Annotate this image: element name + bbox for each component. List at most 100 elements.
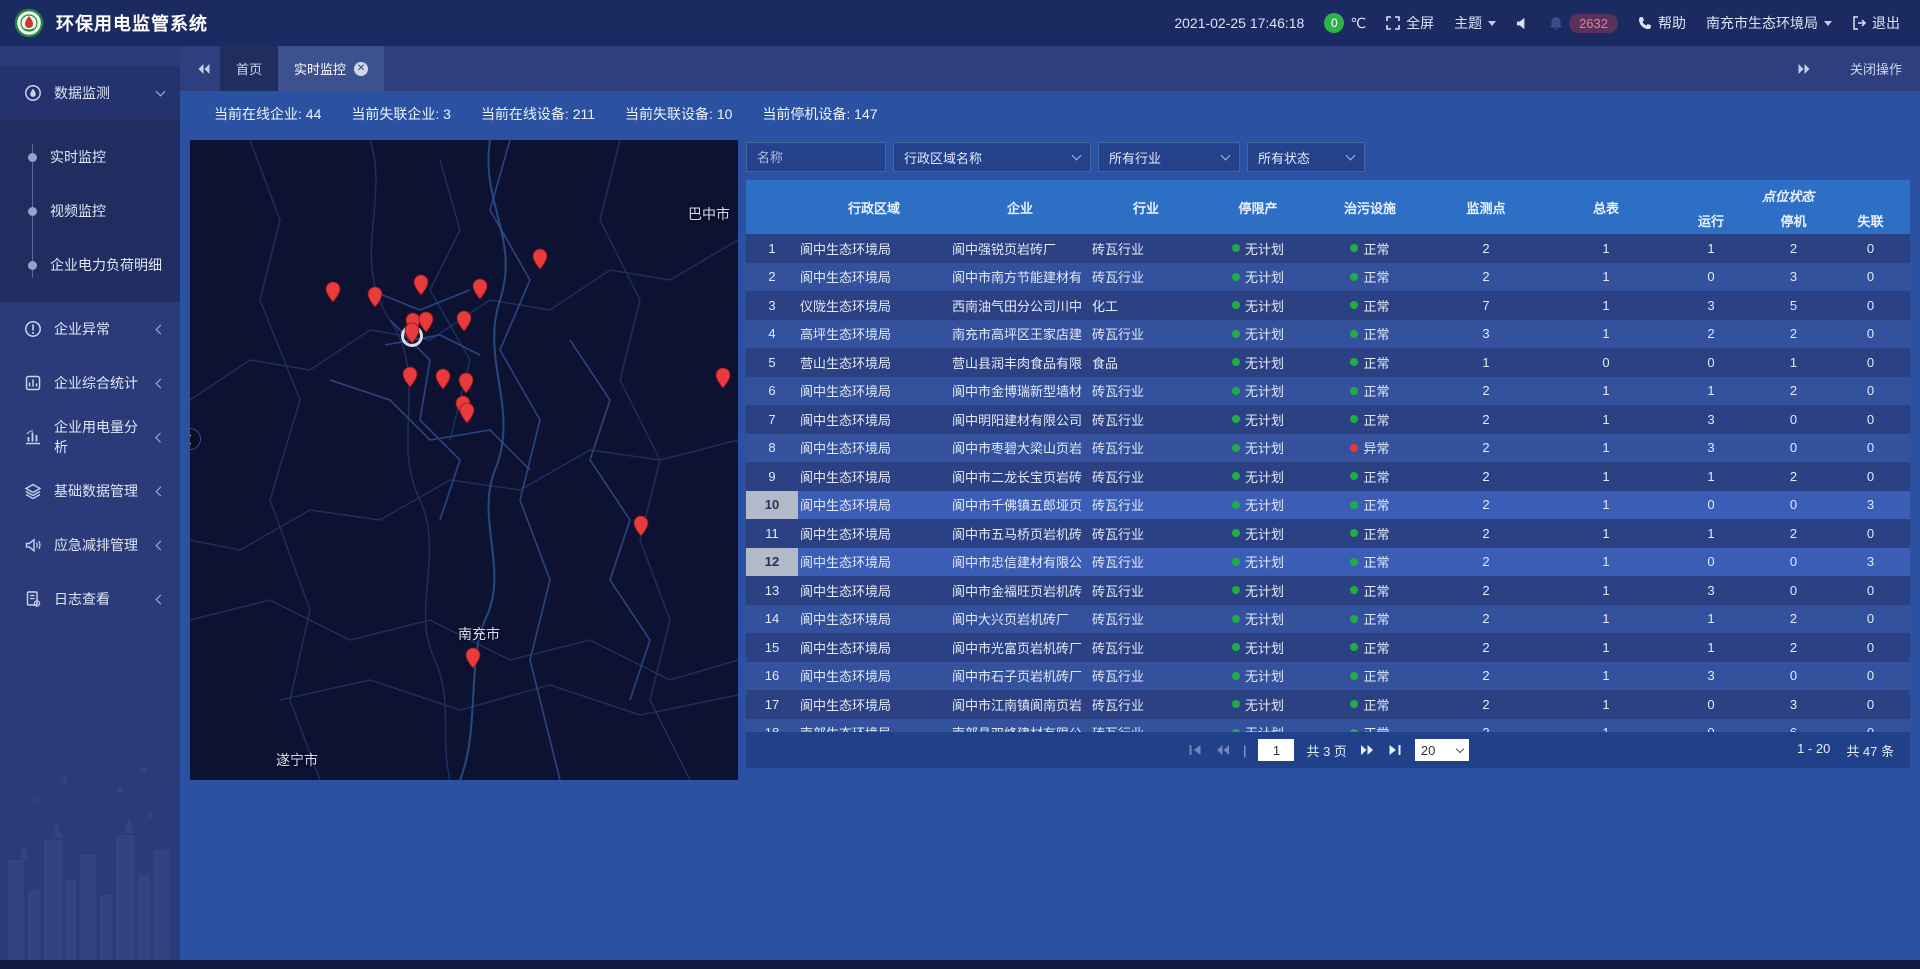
user-org-menu[interactable]: 南充市生态环境局 xyxy=(1706,13,1832,33)
table-row[interactable]: 10阆中生态环境局阆中市千佛镇五郎垭页砖瓦行业无计划正常21003 xyxy=(746,491,1910,520)
last-page-button[interactable] xyxy=(1387,744,1403,756)
tabs-scroll-right-button[interactable] xyxy=(1788,46,1820,91)
cell-company: 阆中市忠信建材有限公 xyxy=(950,548,1090,577)
cell-running: 1 xyxy=(1666,377,1756,406)
help-button[interactable]: 帮助 xyxy=(1638,13,1686,33)
map-pin[interactable] xyxy=(402,366,418,388)
next-page-button[interactable] xyxy=(1359,744,1375,756)
page-size-select[interactable]: 20 xyxy=(1415,739,1469,761)
map-pin[interactable] xyxy=(465,647,481,669)
cell-total-meter: 1 xyxy=(1546,234,1666,263)
sidebar-subitem[interactable]: 企业电力负荷明细 xyxy=(0,238,180,292)
table-row[interactable]: 3仪陇生态环境局西南油气田分公司川中化工无计划正常71350 xyxy=(746,291,1910,320)
table-row[interactable]: 8阆中生态环境局阆中市枣碧大梁山页岩砖瓦行业无计划异常21300 xyxy=(746,434,1910,463)
map-pin[interactable] xyxy=(367,286,383,308)
table-row[interactable]: 7阆中生态环境局阆中明阳建材有限公司砖瓦行业无计划正常21300 xyxy=(746,405,1910,434)
sidebar-item-log-view[interactable]: 日志查看 xyxy=(0,572,180,626)
map-pin[interactable] xyxy=(325,281,341,303)
notifications-button[interactable]: 2632 xyxy=(1549,14,1618,33)
table-row[interactable]: 18南部生态环境局南部县双峰建材有限公砖瓦行业无计划正常21060 xyxy=(746,719,1910,733)
map-pin[interactable] xyxy=(459,402,475,424)
sidebar-item-data-monitor[interactable]: 数据监测 xyxy=(0,66,180,120)
col-stopped[interactable]: 停机 xyxy=(1756,206,1831,234)
page-number-input[interactable] xyxy=(1258,739,1294,761)
name-filter-input[interactable] xyxy=(746,142,886,172)
chevron-down-icon xyxy=(1456,744,1464,752)
sidebar-item-emergency-reduction[interactable]: 应急减排管理 xyxy=(0,518,180,572)
temperature-value-badge: 0 xyxy=(1324,13,1344,33)
stats-icon xyxy=(24,374,42,392)
fullscreen-button[interactable]: 全屏 xyxy=(1386,13,1434,33)
col-company[interactable]: 企业 xyxy=(950,180,1090,234)
pin-icon xyxy=(465,647,481,669)
sidebar-subitem[interactable]: 实时监控 xyxy=(0,130,180,184)
table-row[interactable]: 14阆中生态环境局阆中大兴页岩机砖厂砖瓦行业无计划正常21120 xyxy=(746,605,1910,634)
col-stop-production[interactable]: 停限产 xyxy=(1202,180,1314,234)
col-disconnected[interactable]: 失联 xyxy=(1831,206,1910,234)
map-pin[interactable] xyxy=(404,322,420,344)
chevron-left-icon xyxy=(156,432,166,442)
cell-total-meter: 1 xyxy=(1546,576,1666,605)
cell-running: 1 xyxy=(1666,519,1756,548)
map-pin[interactable] xyxy=(435,368,451,390)
cell-total-meter: 1 xyxy=(1546,291,1666,320)
row-number: 3 xyxy=(746,291,798,320)
status-filter-select[interactable]: 所有状态 xyxy=(1247,142,1365,172)
table-row[interactable]: 12阆中生态环境局阆中市忠信建材有限公砖瓦行业无计划正常21003 xyxy=(746,548,1910,577)
cell-stop-production: 无计划 xyxy=(1202,405,1314,434)
table-row[interactable]: 11阆中生态环境局阆中市五马桥页岩机砖砖瓦行业无计划正常21120 xyxy=(746,519,1910,548)
tab-close-icon[interactable]: ✕ xyxy=(354,62,368,76)
map-pin[interactable] xyxy=(715,367,731,389)
cell-stopped: 2 xyxy=(1756,633,1831,662)
notification-count-badge: 2632 xyxy=(1569,14,1618,33)
table-row[interactable]: 15阆中生态环境局阆中市光富页岩机砖厂砖瓦行业无计划正常21120 xyxy=(746,633,1910,662)
table-row[interactable]: 1阆中生态环境局阆中强锐页岩砖厂砖瓦行业无计划正常21120 xyxy=(746,234,1910,263)
theme-menu[interactable]: 主题 xyxy=(1454,13,1496,33)
region-filter-select[interactable]: 行政区域名称 xyxy=(893,142,1091,172)
sidebar-item-enterprise-stats[interactable]: 企业综合统计 xyxy=(0,356,180,410)
col-industry[interactable]: 行业 xyxy=(1090,180,1202,234)
logout-button[interactable]: 退出 xyxy=(1852,13,1900,33)
sidebar-subitem[interactable]: 视频监控 xyxy=(0,184,180,238)
bell-icon xyxy=(1549,16,1563,31)
map-pin[interactable] xyxy=(633,515,649,537)
col-region[interactable]: 行政区域 xyxy=(798,180,950,234)
map-pin[interactable] xyxy=(532,248,548,270)
cell-running: 0 xyxy=(1666,263,1756,292)
table-row[interactable]: 6阆中生态环境局阆中市金博瑞新型墙材砖瓦行业无计划正常21120 xyxy=(746,377,1910,406)
table-row[interactable]: 2阆中生态环境局阆中市南方节能建材有砖瓦行业无计划正常21030 xyxy=(746,263,1910,292)
table-row[interactable]: 13阆中生态环境局阆中市金福旺页岩机砖砖瓦行业无计划正常21300 xyxy=(746,576,1910,605)
map-pin[interactable] xyxy=(456,310,472,332)
col-monitor-points[interactable]: 监测点 xyxy=(1426,180,1546,234)
tab-home[interactable]: 首页 xyxy=(220,46,278,91)
industry-filter-select[interactable]: 所有行业 xyxy=(1098,142,1240,172)
cell-total-meter: 0 xyxy=(1546,348,1666,377)
content-area: 首页 实时监控 ✕ 关闭操作 当前在线企业: 44当前失联企业: 3当前在线设备… xyxy=(180,46,1920,960)
table-row[interactable]: 16阆中生态环境局阆中市石子页岩机砖厂砖瓦行业无计划正常21300 xyxy=(746,662,1910,691)
table-row[interactable]: 4高坪生态环境局南充市高坪区王家店建砖瓦行业无计划正常31220 xyxy=(746,320,1910,349)
cell-monitor-points: 7 xyxy=(1426,291,1546,320)
status-dot xyxy=(1232,501,1240,509)
sidebar-item-enterprise-abnormal[interactable]: 企业异常 xyxy=(0,302,180,356)
col-total-meter[interactable]: 总表 xyxy=(1546,180,1666,234)
map-pin[interactable] xyxy=(413,274,429,296)
map-panel[interactable]: 巴中市南充市遂宁市 xyxy=(190,140,738,780)
tabs-scroll-left-button[interactable] xyxy=(188,46,220,91)
table-row[interactable]: 17阆中生态环境局阆中市江南镇阆南页岩砖瓦行业无计划正常21030 xyxy=(746,690,1910,719)
cell-stop-production: 无计划 xyxy=(1202,548,1314,577)
first-page-button[interactable] xyxy=(1187,744,1203,756)
table-row[interactable]: 9阆中生态环境局阆中市二龙长宝页岩砖砖瓦行业无计划正常21120 xyxy=(746,462,1910,491)
table-row[interactable]: 5营山生态环境局营山县润丰肉食品有限食品无计划正常10010 xyxy=(746,348,1910,377)
map-pin[interactable] xyxy=(458,372,474,394)
mute-button[interactable] xyxy=(1516,17,1529,30)
tab-realtime-monitor[interactable]: 实时监控 ✕ xyxy=(278,46,384,91)
map-pin[interactable] xyxy=(472,278,488,300)
sidebar-item-power-analysis[interactable]: 企业用电量分析 xyxy=(0,410,180,464)
region-filter-value: 行政区域名称 xyxy=(904,148,982,167)
col-pollution-facility[interactable]: 治污设施 xyxy=(1314,180,1426,234)
col-running[interactable]: 运行 xyxy=(1666,206,1756,234)
close-actions-button[interactable]: 关闭操作 xyxy=(1850,59,1902,78)
cell-monitor-points: 2 xyxy=(1426,719,1546,733)
sidebar-item-base-data[interactable]: 基础数据管理 xyxy=(0,464,180,518)
prev-page-button[interactable] xyxy=(1215,744,1231,756)
